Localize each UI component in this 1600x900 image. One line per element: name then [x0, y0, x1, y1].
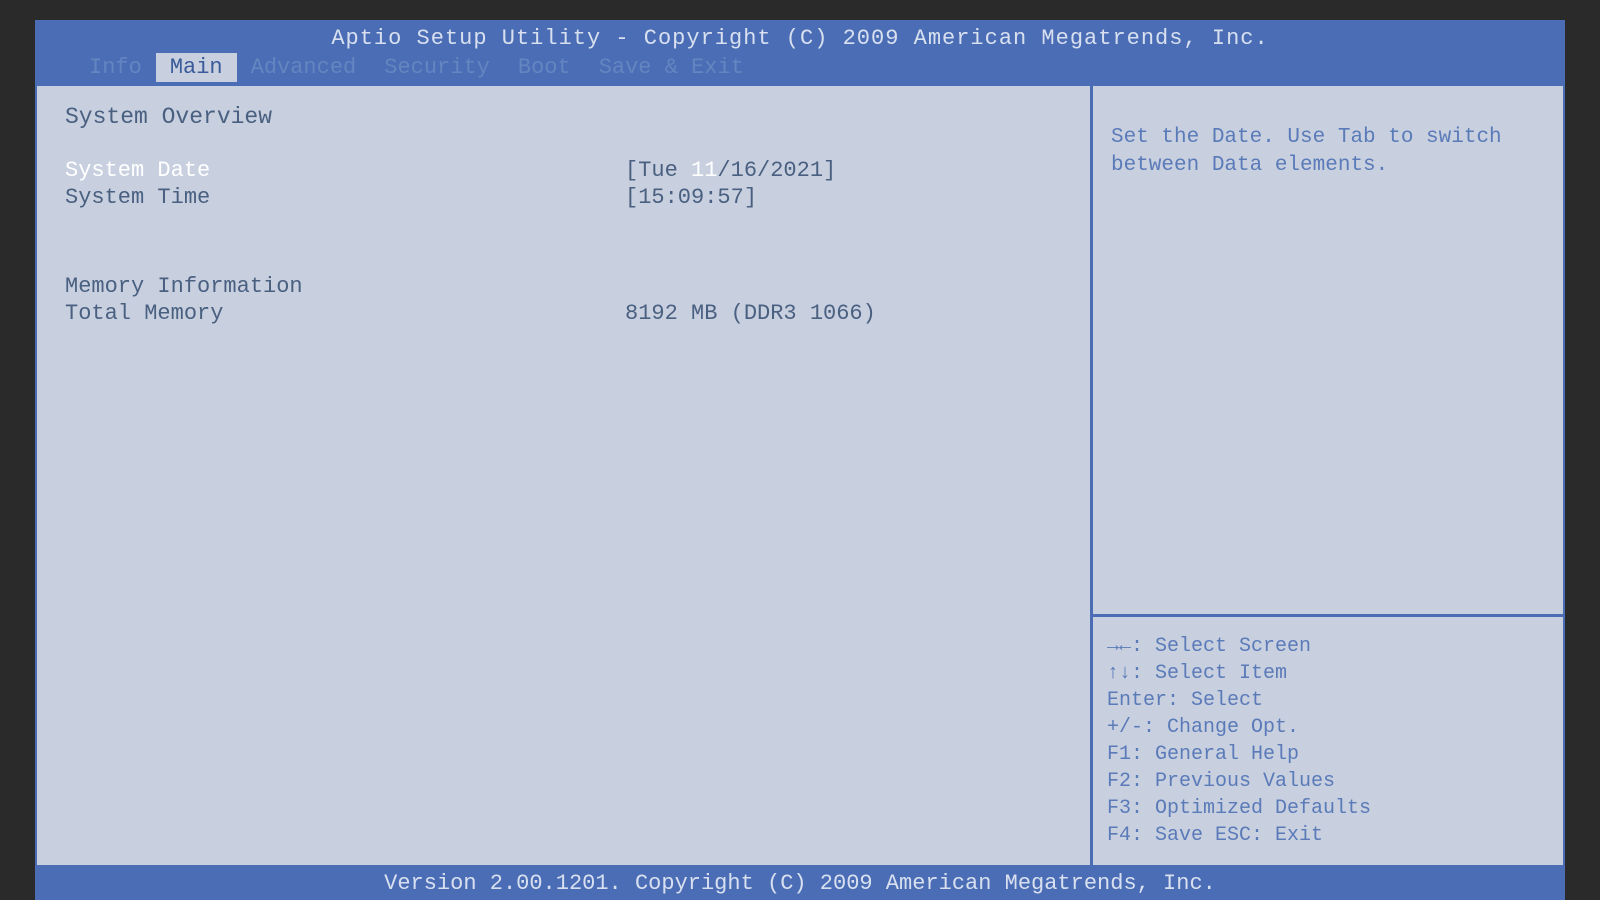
date-suffix: /16/2021] — [717, 158, 836, 183]
key-select-item: ↑↓: Select Item — [1107, 660, 1549, 687]
memory-information-heading: Memory Information — [65, 274, 625, 299]
help-text: Set the Date. Use Tab to switch between … — [1111, 126, 1502, 177]
tab-advanced[interactable]: Advanced — [237, 53, 371, 82]
tab-info[interactable]: Info — [75, 53, 156, 82]
system-overview-heading: System Overview — [65, 104, 1062, 130]
key-optimized-defaults: F3: Optimized Defaults — [1107, 795, 1549, 822]
tab-main[interactable]: Main — [156, 53, 237, 82]
system-time-value[interactable]: [15:09:57] — [625, 185, 757, 210]
title-bar: Aptio Setup Utility - Copyright (C) 2009… — [35, 20, 1565, 53]
content-area: System Overview System Date [Tue 11/16/2… — [35, 86, 1565, 867]
bios-window: Aptio Setup Utility - Copyright (C) 2009… — [35, 20, 1565, 900]
total-memory-row: Total Memory 8192 MB (DDR3 1066) — [65, 301, 1062, 326]
total-memory-label: Total Memory — [65, 301, 625, 326]
system-date-label: System Date — [65, 158, 625, 183]
spacer — [65, 212, 1062, 274]
key-select-screen: →←: Select Screen — [1107, 633, 1549, 660]
main-panel: System Overview System Date [Tue 11/16/2… — [37, 86, 1093, 865]
date-month-selected: 11 — [691, 158, 717, 183]
key-change-opt: +/-: Change Opt. — [1107, 714, 1549, 741]
date-prefix: [Tue — [625, 158, 691, 183]
memory-information-row: Memory Information — [65, 274, 1062, 299]
tab-boot[interactable]: Boot — [504, 53, 585, 82]
key-previous-values: F2: Previous Values — [1107, 768, 1549, 795]
system-time-label: System Time — [65, 185, 625, 210]
tab-bar: Info Main Advanced Security Boot Save & … — [35, 53, 1565, 86]
tab-saveexit[interactable]: Save & Exit — [585, 53, 758, 82]
footer-bar: Version 2.00.1201. Copyright (C) 2009 Am… — [35, 867, 1565, 900]
system-time-row[interactable]: System Time [15:09:57] — [65, 185, 1062, 210]
key-general-help: F1: General Help — [1107, 741, 1549, 768]
footer-text: Version 2.00.1201. Copyright (C) 2009 Am… — [384, 871, 1216, 896]
key-save-exit: F4: Save ESC: Exit — [1107, 822, 1549, 849]
title-text: Aptio Setup Utility - Copyright (C) 2009… — [331, 26, 1268, 51]
system-date-row[interactable]: System Date [Tue 11/16/2021] — [65, 158, 1062, 183]
key-enter: Enter: Select — [1107, 687, 1549, 714]
help-panel: Set the Date. Use Tab to switch between … — [1093, 86, 1563, 614]
total-memory-value: 8192 MB (DDR3 1066) — [625, 301, 876, 326]
right-column: Set the Date. Use Tab to switch between … — [1093, 86, 1563, 865]
key-legend-panel: →←: Select Screen ↑↓: Select Item Enter:… — [1093, 614, 1563, 865]
tab-security[interactable]: Security — [370, 53, 504, 82]
system-date-value[interactable]: [Tue 11/16/2021] — [625, 158, 836, 183]
